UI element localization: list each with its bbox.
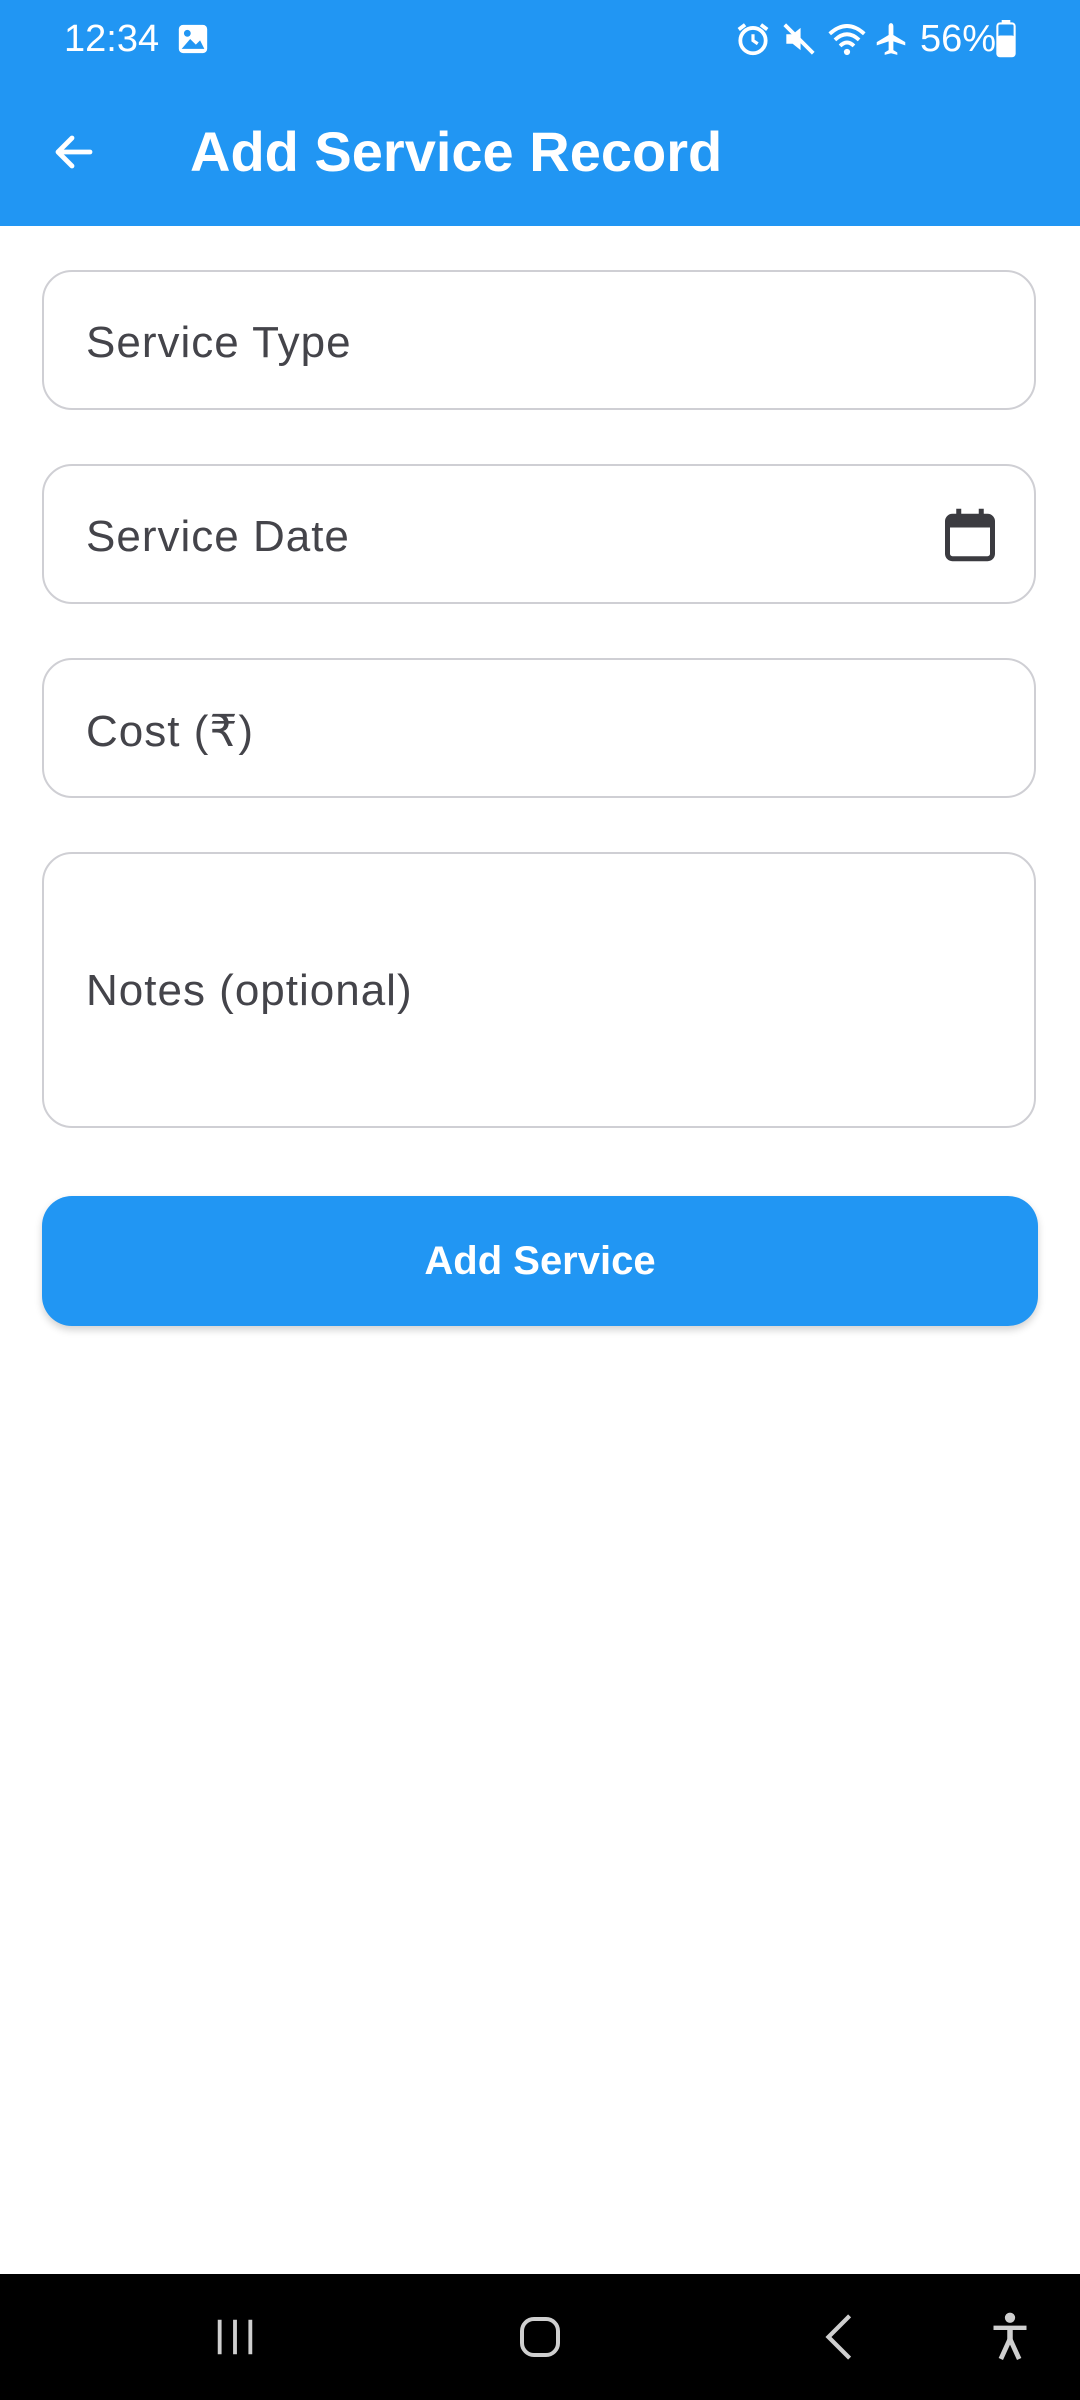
accessibility-icon xyxy=(993,2312,1027,2360)
status-time: 12:34 xyxy=(64,18,160,60)
service-type-field[interactable]: Service Type xyxy=(42,270,1036,410)
alarm-icon xyxy=(737,23,769,56)
wifi-icon xyxy=(828,24,866,56)
mute-icon xyxy=(783,23,815,55)
airplane-icon xyxy=(876,23,906,55)
add-service-button-label: Add Service xyxy=(424,1238,656,1283)
back-icon xyxy=(825,2314,852,2360)
nav-back-button[interactable] xyxy=(800,2274,880,2400)
service-date-field[interactable]: Service Date xyxy=(42,464,1036,604)
page-title: Add Service Record xyxy=(190,120,723,183)
image-icon xyxy=(178,24,208,54)
notes-placeholder: Notes (optional) xyxy=(86,966,413,1015)
cost-field[interactable]: Cost (₹) xyxy=(42,658,1036,798)
recent-apps-button[interactable] xyxy=(190,2274,280,2400)
cost-placeholder: Cost (₹) xyxy=(86,707,254,756)
arrow-left-icon xyxy=(55,135,93,169)
calendar-icon[interactable] xyxy=(940,504,1000,566)
add-service-button[interactable]: Add Service xyxy=(42,1196,1038,1326)
home-icon xyxy=(520,2317,560,2357)
service-date-placeholder: Service Date xyxy=(86,512,350,561)
recent-apps-icon xyxy=(217,2319,253,2355)
battery-icon xyxy=(996,20,1016,58)
battery-percent: 56% xyxy=(920,18,997,60)
app-bar: 12:34 56% Add Service Record xyxy=(0,0,1080,226)
system-nav-bar xyxy=(0,2274,1080,2400)
notes-field[interactable]: Notes (optional) xyxy=(42,852,1036,1128)
back-button[interactable] xyxy=(40,118,108,186)
home-button[interactable] xyxy=(490,2274,590,2400)
accessibility-button[interactable] xyxy=(970,2274,1050,2400)
service-type-placeholder: Service Type xyxy=(86,318,352,367)
